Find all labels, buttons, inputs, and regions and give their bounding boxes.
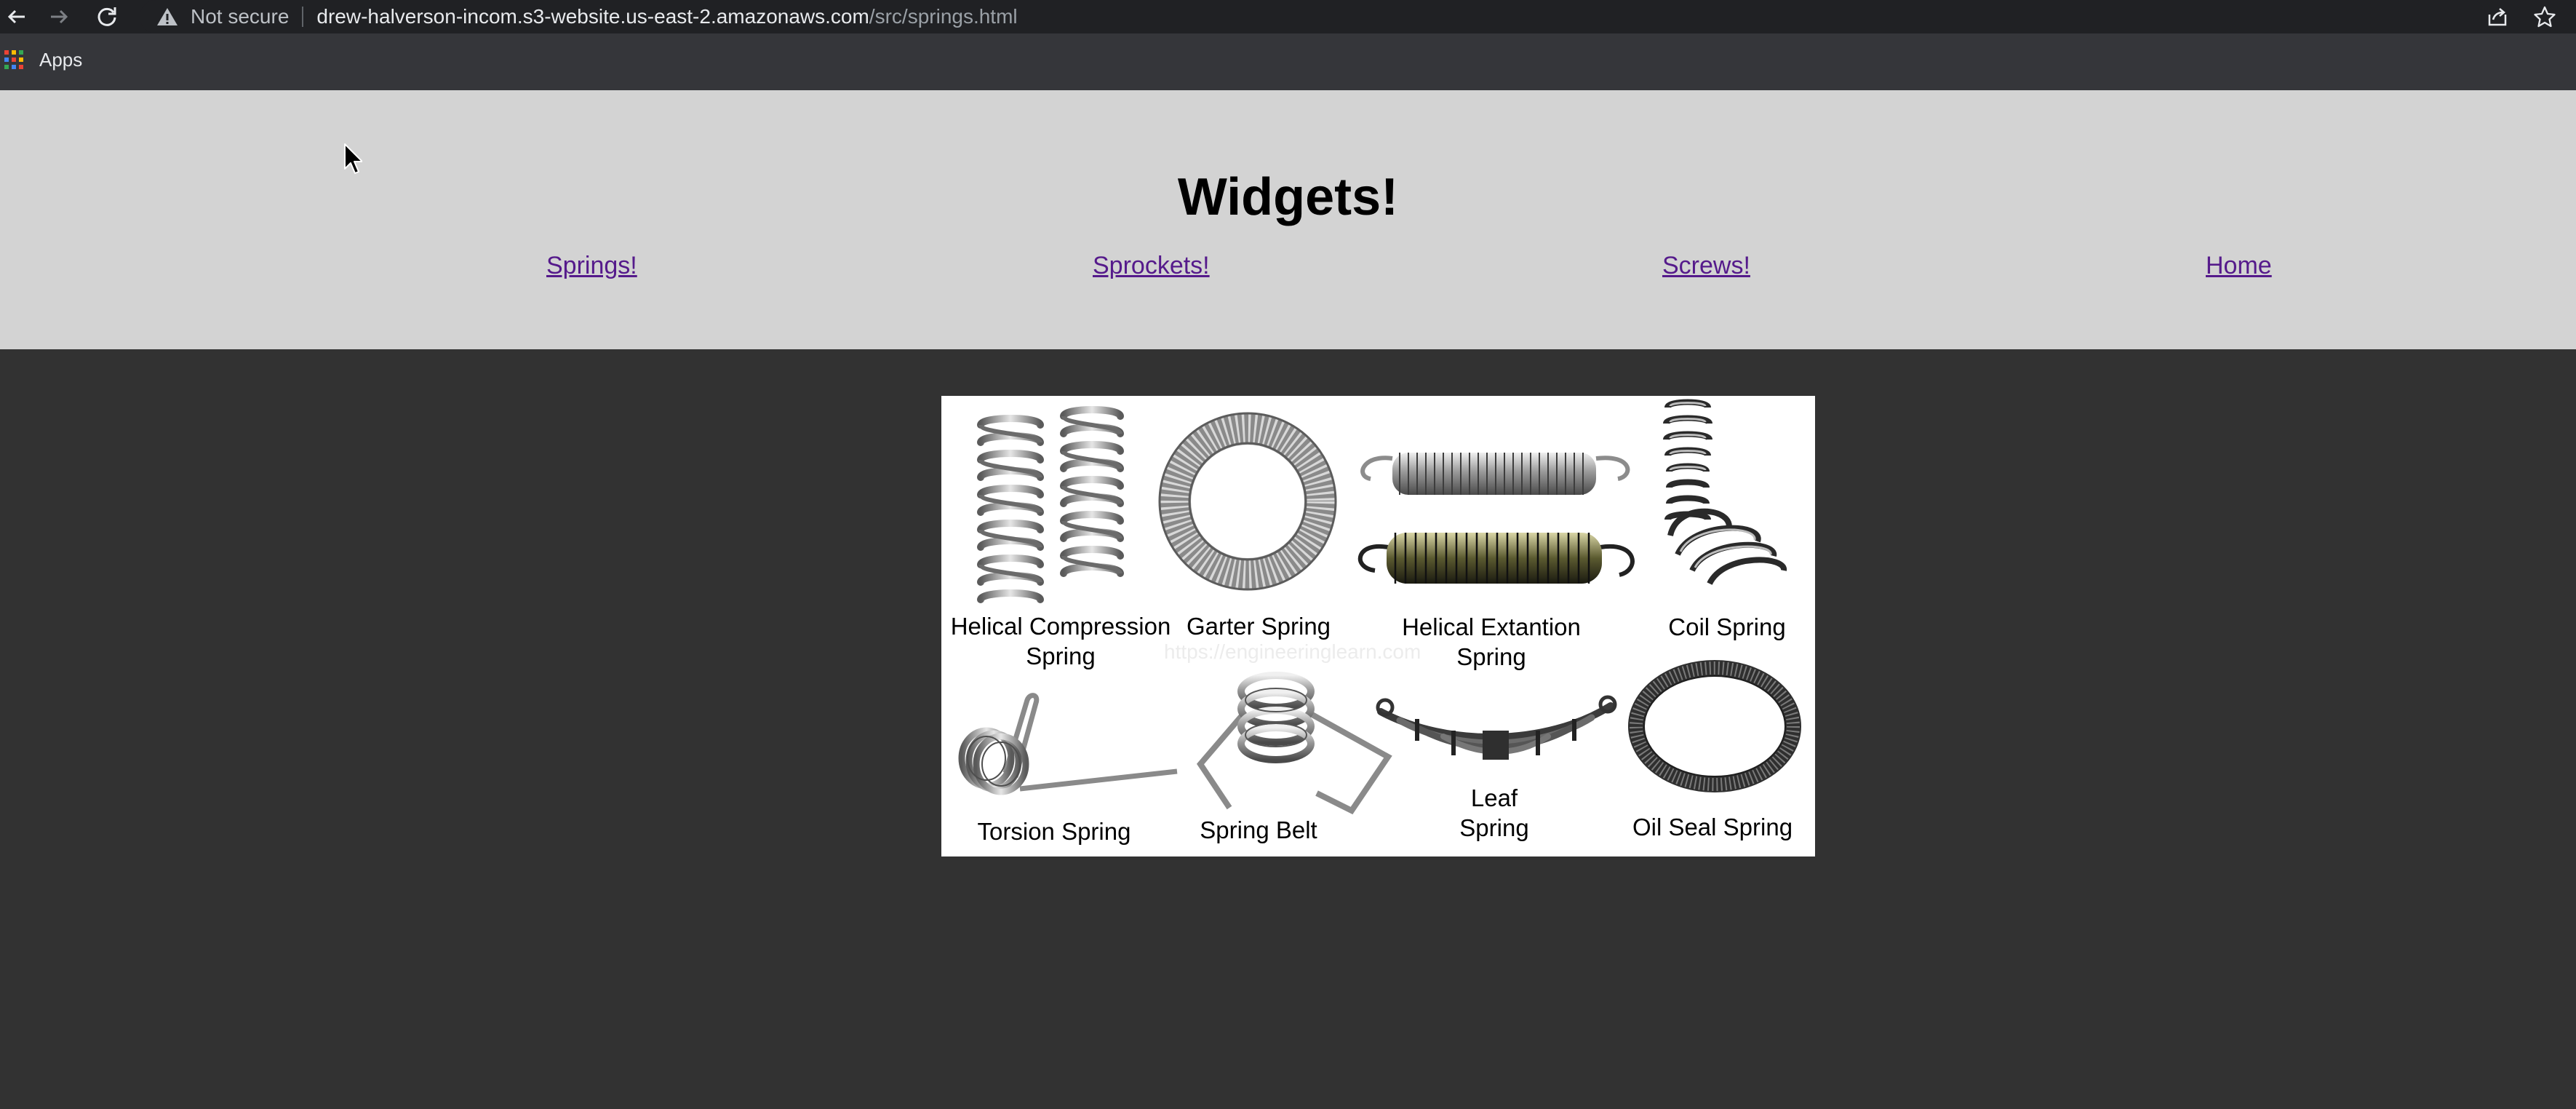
- caption-garter: Garter Spring: [1186, 613, 1331, 640]
- bookmarks-bar: Apps: [0, 33, 2576, 90]
- nav-link-sprockets[interactable]: Sprockets!: [1093, 252, 1210, 280]
- reload-icon: [97, 7, 116, 26]
- spring-belt-icon: [1196, 672, 1392, 815]
- oil-seal-spring-icon: [1628, 660, 1801, 792]
- caption-helical-compression: Helical Compression Spring: [950, 613, 1171, 669]
- share-icon: [2488, 8, 2507, 26]
- security-status[interactable]: Not secure: [191, 5, 289, 28]
- apps-bookmark[interactable]: Apps: [0, 44, 82, 76]
- warning-icon[interactable]: [156, 5, 179, 28]
- apps-label: Apps: [39, 48, 83, 71]
- url-path[interactable]: /src/springs.html: [869, 5, 1018, 28]
- torsion-spring-icon: [958, 693, 1178, 795]
- nav-link-screws[interactable]: Screws!: [1662, 252, 1750, 280]
- forward-button[interactable]: [42, 0, 76, 33]
- springs-image: Helical Compression Spring Garter Spring…: [941, 396, 1815, 856]
- nav-link-home[interactable]: Home: [2206, 252, 2272, 280]
- caption-leaf: Leaf Spring: [1459, 784, 1529, 841]
- omnibox-separator: [302, 7, 304, 27]
- caption-spring-belt: Spring Belt: [1200, 816, 1317, 843]
- helical-compression-spring-icon: [977, 406, 1124, 603]
- helical-extension-spring-icon: [1357, 453, 1635, 584]
- nav-link-springs[interactable]: Springs!: [546, 252, 637, 280]
- apps-grid-icon: [4, 50, 23, 69]
- site-header: Widgets! Springs! Sprockets! Screws! Hom…: [0, 90, 2576, 349]
- mouse-cursor-icon: [344, 143, 362, 174]
- reload-button[interactable]: [90, 0, 124, 33]
- coil-spring-icon: [1663, 399, 1787, 586]
- back-arrow-icon: [7, 9, 25, 24]
- address-bar[interactable]: Not secure drew-halverson-incom.s3-websi…: [140, 0, 2487, 33]
- page-title: Widgets!: [1177, 168, 1399, 226]
- caption-coil: Coil Spring: [1668, 613, 1786, 640]
- caption-oil-seal: Oil Seal Spring: [1632, 814, 1793, 840]
- image-watermark: https://engineeringlearn.com: [1164, 640, 1421, 663]
- browser-toolbar: Not secure drew-halverson-incom.s3-websi…: [0, 0, 2576, 33]
- garter-spring-icon: [1158, 412, 1337, 591]
- share-button[interactable]: [2481, 0, 2514, 33]
- caption-torsion: Torsion Spring: [977, 818, 1131, 845]
- url-host[interactable]: drew-halverson-incom.s3-website.us-east-…: [316, 5, 869, 28]
- leaf-spring-icon: [1376, 695, 1617, 760]
- forward-arrow-icon: [51, 9, 68, 24]
- star-icon: [2534, 6, 2556, 28]
- back-button[interactable]: [0, 0, 33, 33]
- bookmark-star-button[interactable]: [2528, 0, 2561, 33]
